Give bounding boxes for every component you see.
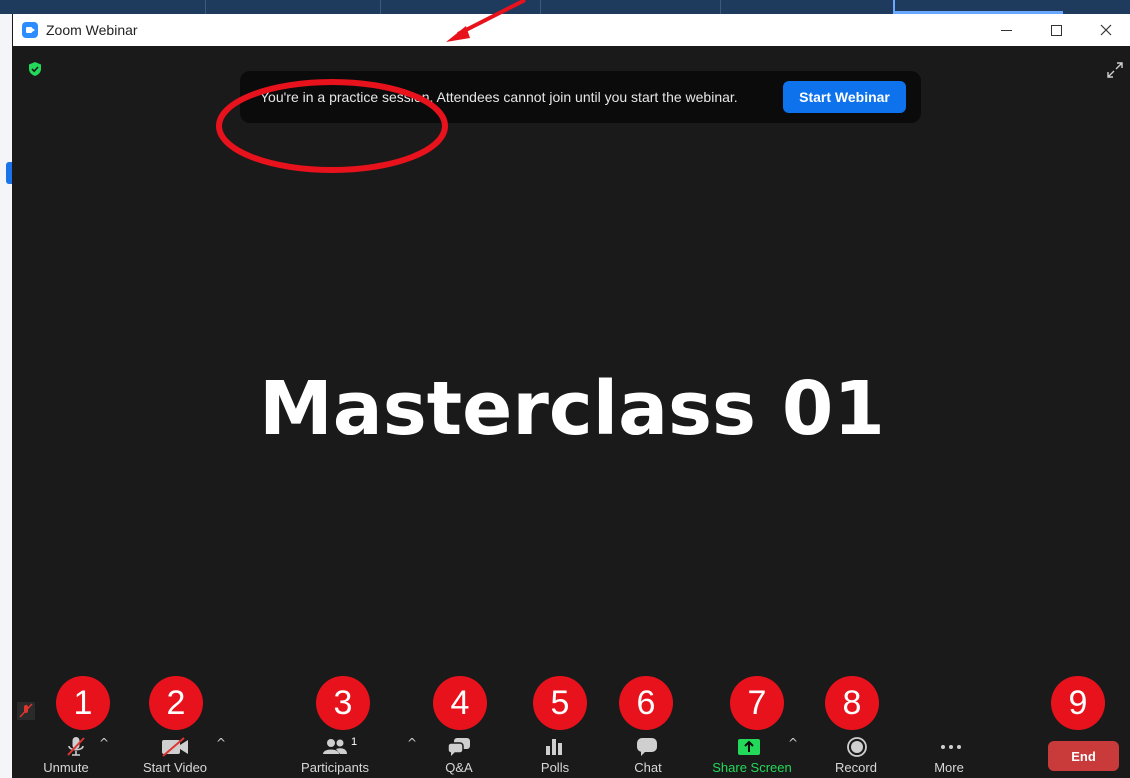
share-screen-label: Share Screen xyxy=(712,760,792,775)
chat-button[interactable]: Chat xyxy=(623,736,673,778)
share-screen-icon xyxy=(738,739,760,755)
unmute-button[interactable]: ^ Unmute xyxy=(43,736,123,778)
maximize-button[interactable] xyxy=(1031,14,1081,46)
annotation-circle xyxy=(216,79,448,173)
polls-label: Polls xyxy=(540,760,570,775)
desktop-taskbar xyxy=(0,0,1130,14)
chevron-up-icon[interactable]: ^ xyxy=(407,736,417,750)
annotation-badge-2: 2 xyxy=(149,676,203,730)
annotation-badge-8: 8 xyxy=(825,676,879,730)
end-button[interactable]: End xyxy=(1048,741,1119,771)
self-mic-muted-icon xyxy=(17,702,35,720)
share-screen-button[interactable]: ^ Share Screen xyxy=(708,736,808,778)
qa-button[interactable]: Q&A xyxy=(438,736,488,778)
start-video-label: Start Video xyxy=(142,760,208,775)
unmute-label: Unmute xyxy=(43,760,89,775)
meeting-name: Masterclass 01 xyxy=(259,366,885,452)
chevron-up-icon[interactable]: ^ xyxy=(216,736,226,750)
more-button[interactable]: More xyxy=(928,736,978,778)
zoom-window: Zoom Webinar You're in a practice sessio… xyxy=(12,14,1130,778)
chat-icon xyxy=(637,738,657,756)
more-label: More xyxy=(934,760,964,775)
close-icon xyxy=(1100,24,1112,36)
annotation-badge-4: 4 xyxy=(433,676,487,730)
record-button[interactable]: Record xyxy=(828,736,888,778)
record-icon xyxy=(847,737,867,757)
meeting-stage: You're in a practice session. Attendees … xyxy=(13,46,1130,778)
annotation-badge-6: 6 xyxy=(619,676,673,730)
title-bar: Zoom Webinar xyxy=(13,14,1130,46)
start-webinar-button[interactable]: Start Webinar xyxy=(783,81,906,113)
desktop-side-strip xyxy=(0,14,12,778)
qa-label: Q&A xyxy=(445,760,473,775)
window-controls xyxy=(981,14,1130,46)
record-label: Record xyxy=(835,760,877,775)
participants-button[interactable]: 1 ^ Participants xyxy=(301,736,417,778)
annotation-badge-5: 5 xyxy=(533,676,587,730)
mic-off-icon xyxy=(67,737,85,756)
close-button[interactable] xyxy=(1081,14,1130,46)
qa-icon xyxy=(447,738,470,756)
window-title: Zoom Webinar xyxy=(46,22,138,38)
participants-label: Participants xyxy=(301,760,369,775)
fullscreen-icon[interactable] xyxy=(1105,60,1125,80)
annotation-badge-3: 3 xyxy=(316,676,370,730)
shield-icon[interactable] xyxy=(27,61,43,77)
annotation-arrow xyxy=(446,0,526,42)
annotation-badge-1: 1 xyxy=(56,676,110,730)
app-icon xyxy=(22,22,38,38)
chat-label: Chat xyxy=(634,760,662,775)
annotation-badge-7: 7 xyxy=(730,676,784,730)
participants-icon xyxy=(323,739,347,754)
video-off-icon xyxy=(162,737,188,757)
chevron-up-icon[interactable]: ^ xyxy=(99,736,109,750)
minimize-icon xyxy=(1000,29,1012,31)
annotation-badge-9: 9 xyxy=(1051,676,1105,730)
minimize-button[interactable] xyxy=(981,14,1031,46)
polls-button[interactable]: Polls xyxy=(533,736,583,778)
maximize-icon xyxy=(1050,24,1062,36)
more-icon xyxy=(941,745,961,749)
participants-count: 1 xyxy=(351,736,358,748)
start-video-button[interactable]: ^ Start Video xyxy=(143,736,238,778)
meeting-toolbar: ^ Unmute ^ Start Video 1 ^ Participants … xyxy=(13,736,1130,778)
chevron-up-icon[interactable]: ^ xyxy=(788,736,798,750)
polls-icon xyxy=(546,739,562,755)
